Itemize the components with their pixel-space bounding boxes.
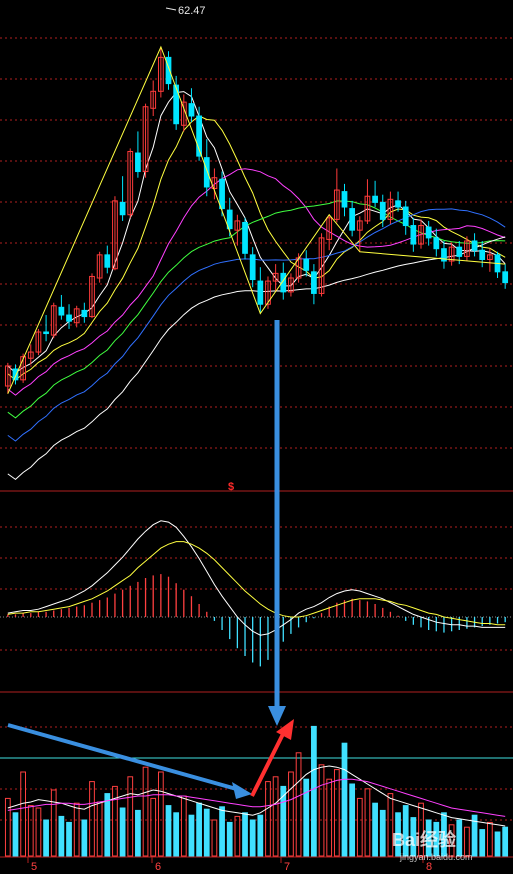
x-axis-tick-label: 5 xyxy=(31,861,37,873)
x-axis-tick-label: 6 xyxy=(155,861,161,873)
volume-bar xyxy=(257,814,264,857)
candle-body xyxy=(372,195,378,203)
volume-bar xyxy=(249,819,256,857)
candle-body xyxy=(471,240,478,251)
macd-marker-label: $ xyxy=(228,481,234,493)
candle-body xyxy=(173,84,180,125)
candle-body xyxy=(311,271,317,294)
candle-body xyxy=(58,306,65,316)
volume-bar xyxy=(104,793,111,857)
watermark-text: Bai经验 xyxy=(392,829,457,850)
volume-bar xyxy=(226,821,233,857)
volume-bar xyxy=(196,802,202,857)
volume-bar xyxy=(242,812,248,857)
volume-bar xyxy=(311,725,317,857)
candle-body xyxy=(249,254,256,281)
candle-body xyxy=(303,258,310,271)
candle-body xyxy=(433,237,440,250)
volume-bar xyxy=(203,808,210,857)
stock-chart: 62.47 $ 5 6 7 8 Bai经验 jingyan.baidu.com xyxy=(0,0,513,874)
candle-body xyxy=(119,201,126,216)
volume-bar xyxy=(303,778,310,857)
volume-bar xyxy=(81,819,88,857)
volume-bar xyxy=(119,807,126,857)
volume-bar xyxy=(66,821,72,857)
candle-body xyxy=(135,152,141,173)
candle-body xyxy=(379,201,386,220)
volume-bar xyxy=(188,814,195,857)
volume-bar xyxy=(502,826,509,857)
candle-body xyxy=(43,331,49,335)
candle-body xyxy=(395,200,401,208)
volume-bar xyxy=(58,815,65,857)
candle-body xyxy=(425,226,432,239)
x-axis-tick-label: 7 xyxy=(284,861,290,873)
candle-body xyxy=(502,271,509,284)
candle-body xyxy=(81,309,88,318)
candle-body xyxy=(402,206,409,227)
candle-body xyxy=(203,157,210,188)
x-axis-tick-label: 8 xyxy=(426,861,432,873)
candle-body xyxy=(479,249,486,260)
volume-bar xyxy=(341,742,348,857)
volume-bar xyxy=(379,809,386,857)
volume-bar xyxy=(479,829,486,857)
candle-body xyxy=(66,314,72,322)
candle-body xyxy=(341,191,348,208)
volume-bar xyxy=(219,806,225,857)
volume-bar xyxy=(280,785,287,857)
volume-bar xyxy=(372,802,378,857)
candle-body xyxy=(219,178,225,210)
volume-bar xyxy=(173,812,180,857)
volume-bar xyxy=(43,819,49,857)
volume-bar xyxy=(135,809,141,857)
candle-body xyxy=(456,246,463,257)
candle-body xyxy=(410,225,417,245)
volume-bar xyxy=(165,805,172,857)
candle-body xyxy=(242,221,248,254)
candle-body xyxy=(12,368,19,381)
volume-bar xyxy=(494,831,501,857)
volume-bar xyxy=(12,812,19,857)
candle-body xyxy=(257,280,264,305)
candle-body xyxy=(188,103,195,117)
volume-bar xyxy=(456,819,463,857)
volume-bar xyxy=(349,783,356,857)
candle-body xyxy=(349,208,356,231)
peak-price-label: 62.47 xyxy=(178,5,206,17)
candle-body xyxy=(104,254,111,268)
watermark-subtext: jingyan.baidu.com xyxy=(399,852,473,862)
